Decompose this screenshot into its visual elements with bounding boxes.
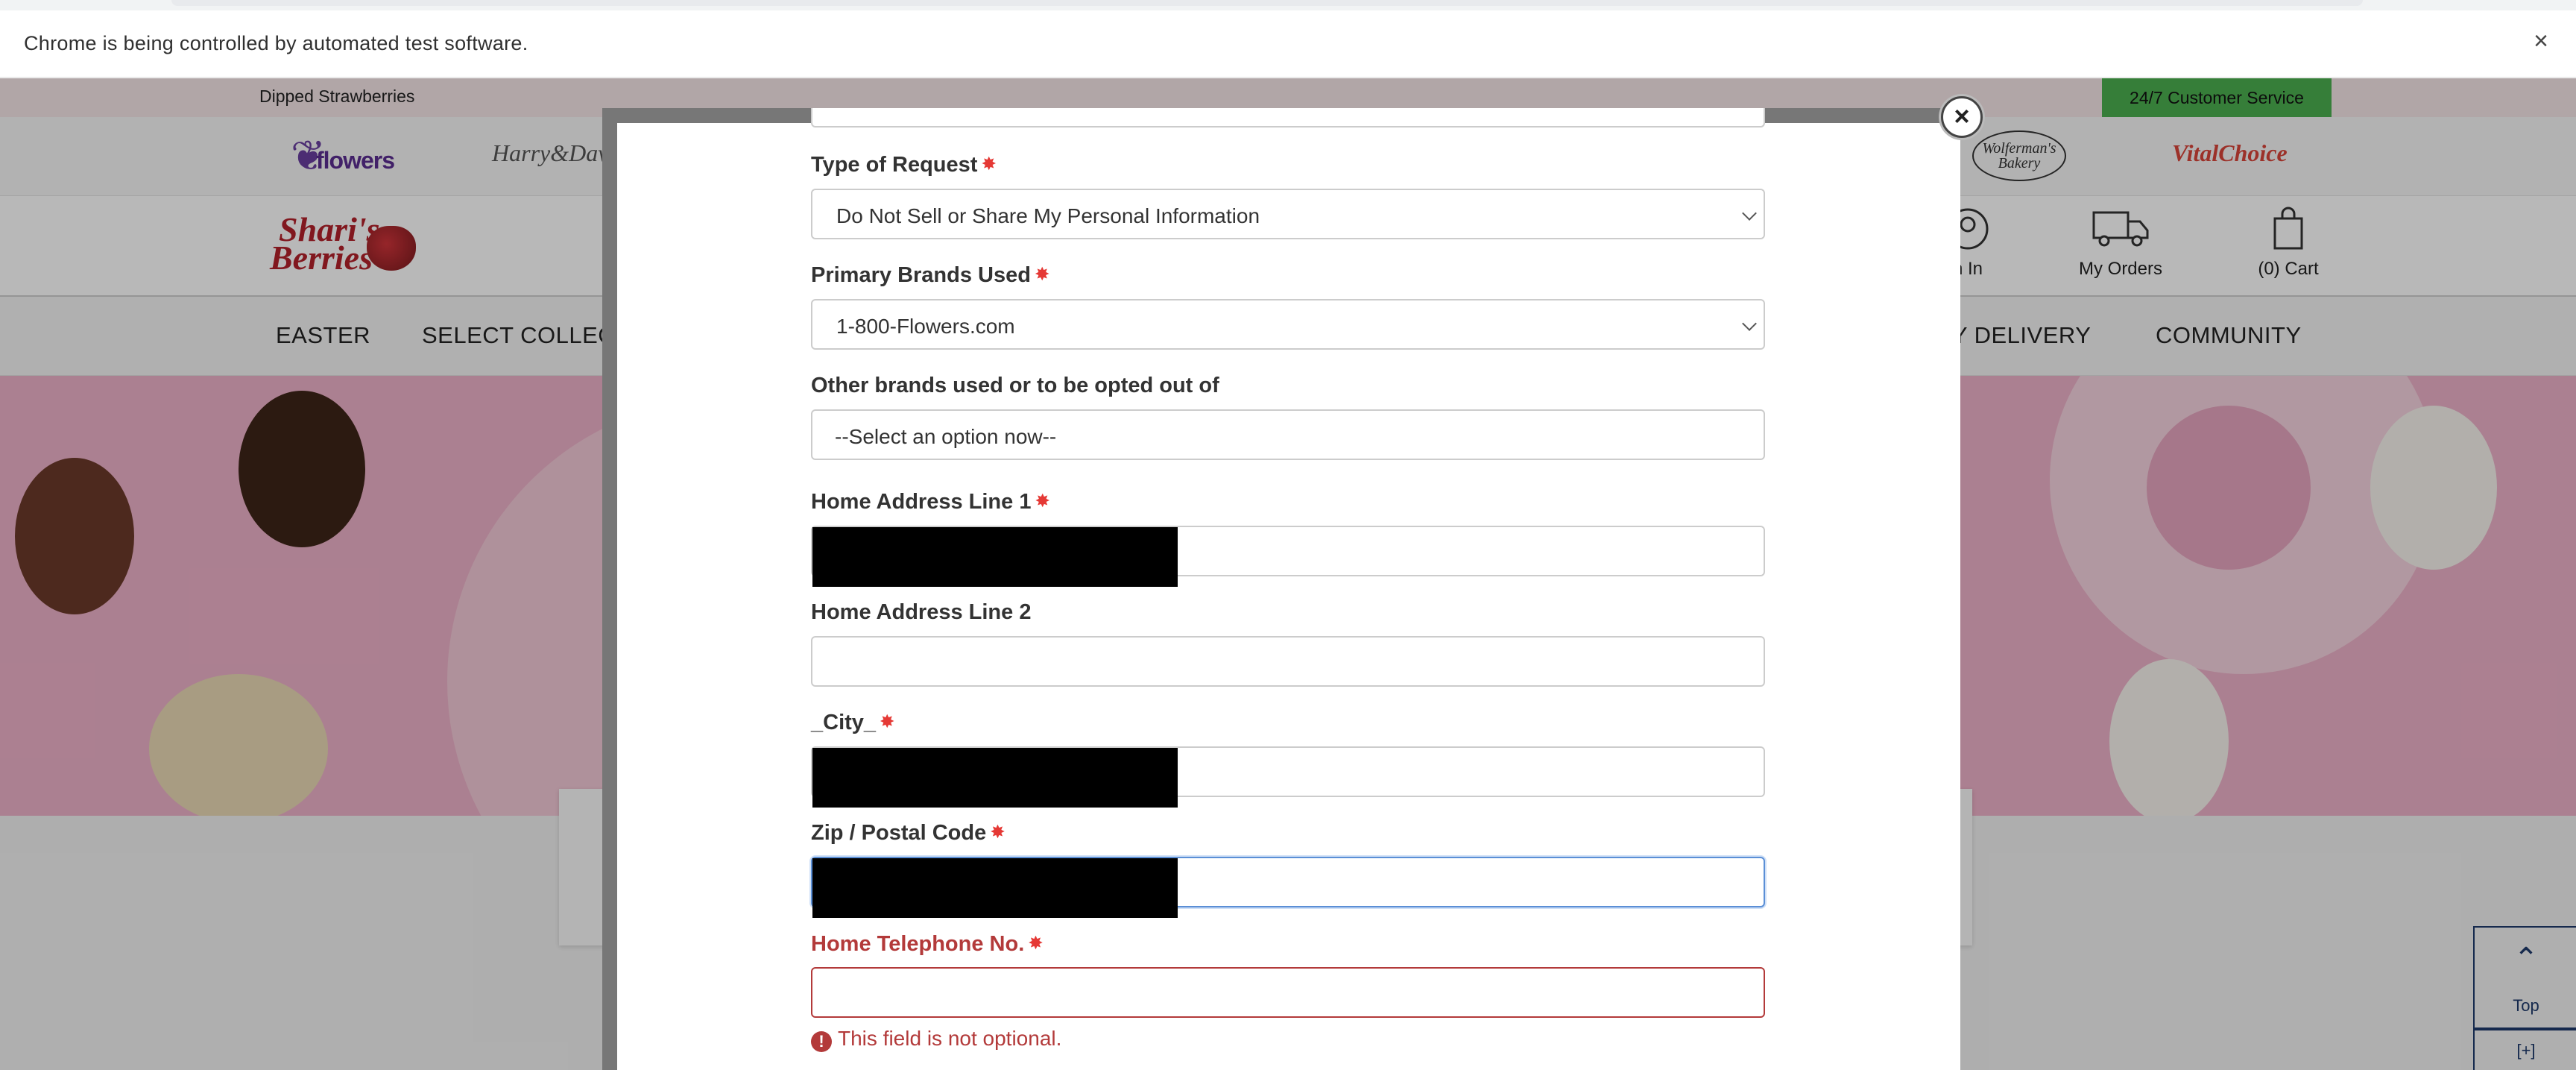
required-asterisk-icon: ✸	[982, 154, 996, 173]
address-line-2-label-text: Home Address Line 2	[811, 600, 1032, 624]
chevron-down-icon	[1742, 316, 1757, 331]
required-asterisk-icon: ✸	[1035, 491, 1049, 510]
telephone-label: Home Telephone No. ✸	[811, 932, 1043, 957]
city-label-text: _City_	[811, 711, 877, 734]
redacted-value	[812, 858, 1178, 918]
address-line-1-label-text: Home Address Line 1	[811, 490, 1032, 514]
type-of-request-select[interactable]: Do Not Sell or Share My Personal Informa…	[811, 189, 1765, 239]
type-of-request-label: Type of Request ✸	[811, 153, 996, 177]
address-line-1-label: Home Address Line 1 ✸	[811, 490, 1049, 514]
address-line-2-input[interactable]	[811, 636, 1765, 687]
city-input[interactable]	[811, 746, 1765, 808]
required-asterisk-icon: ✸	[1035, 265, 1049, 283]
address-line-1-input[interactable]	[811, 526, 1765, 587]
zip-input[interactable]	[811, 857, 1765, 918]
error-icon: !	[811, 1031, 832, 1052]
other-brands-label: Other brands used or to be opted out of	[811, 374, 1219, 398]
type-of-request-label-text: Type of Request	[811, 153, 978, 177]
browser-toolbar-edge	[0, 0, 2576, 10]
automation-infobar: Chrome is being controlled by automated …	[0, 10, 2576, 78]
type-of-request-value: Do Not Sell or Share My Personal Informa…	[836, 204, 1260, 227]
address-line-2-label: Home Address Line 2	[811, 600, 1031, 625]
primary-brands-label: Primary Brands Used ✸	[811, 263, 1049, 288]
other-brands-placeholder: --Select an option now--	[835, 425, 1057, 448]
zip-label: Zip / Postal Code ✸	[811, 821, 1005, 846]
telephone-label-text: Home Telephone No.	[811, 932, 1025, 956]
previous-field-bottom-edge	[811, 108, 1765, 128]
city-label: _City_ ✸	[811, 711, 894, 735]
primary-brands-label-text: Primary Brands Used	[811, 263, 1031, 287]
required-asterisk-icon: ✸	[880, 712, 894, 731]
telephone-error: ! This field is not optional.	[811, 1027, 1061, 1052]
infobar-message: Chrome is being controlled by automated …	[24, 32, 528, 54]
primary-brands-select[interactable]: 1-800-Flowers.com	[811, 299, 1765, 350]
zip-label-text: Zip / Postal Code	[811, 821, 987, 845]
redacted-value	[812, 527, 1178, 587]
modal-close-icon[interactable]: ×	[1941, 96, 1983, 138]
required-asterisk-icon: ✸	[1029, 934, 1043, 952]
other-brands-label-text: Other brands used or to be opted out of	[811, 374, 1219, 397]
telephone-error-text: This field is not optional.	[838, 1027, 1062, 1050]
telephone-input[interactable]	[811, 967, 1765, 1018]
primary-brands-value: 1-800-Flowers.com	[836, 315, 1015, 338]
redacted-value	[812, 748, 1178, 808]
infobar-close-icon[interactable]: ×	[2528, 28, 2554, 54]
required-asterisk-icon: ✸	[991, 822, 1005, 841]
other-brands-multiselect[interactable]: --Select an option now--	[811, 409, 1765, 460]
address-bar-edge[interactable]	[171, 0, 2363, 6]
chevron-down-icon	[1742, 206, 1757, 221]
